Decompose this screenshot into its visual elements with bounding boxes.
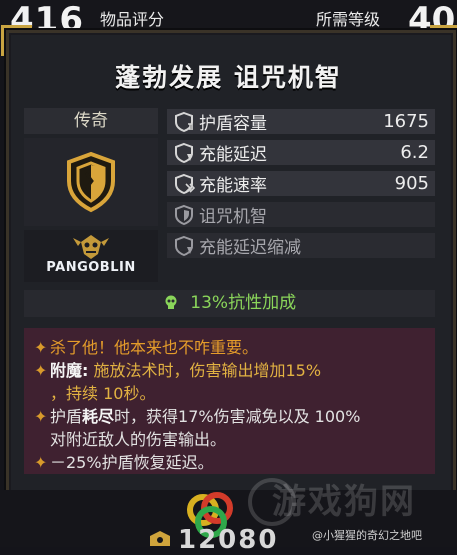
enchantment-duration: ，持续 10秒。 [50,384,156,403]
required-level-label: 所需等级 [316,10,381,29]
stat-row-recharge-rate: 充能速率 905 [167,171,435,196]
shield-stat-icon [175,142,193,163]
shield-stat-icon [175,235,193,256]
shield-stat-icon [175,204,193,225]
skull-icon [165,295,177,309]
rarity-label: 传奇 [24,108,158,134]
stat-row-shield-capacity: 护盾容量 1675 [167,109,435,134]
credit-text: @小猩猩的奇幻之地吧 [312,529,422,542]
shield-icon [67,151,115,213]
stat-label: 充能延迟缩减 [199,238,301,258]
enchantment-text: 施放法术时，伤害输出增加15% [93,361,322,380]
brand-panel: PANGOBLIN [24,230,158,282]
description-line: ✦ 附魔: 施放法术时，伤害输出增加15% [24,359,435,382]
bonus-text: 13%抗性加成 [190,293,297,313]
description-line: 对附近敌人的伤害输出。 [24,428,435,451]
stat-row-recharge-delay: 充能延迟 6.2 [167,140,435,165]
stat-value: 905 [394,173,429,194]
stat-label: 充能延迟 [199,145,267,165]
stat-label: 充能速率 [199,176,267,196]
stat-row-recharge-delay-reduction: 充能延迟缩减 [167,233,435,258]
stat-label: 诅咒机智 [199,207,267,227]
brand-name: PANGOBLIN [46,260,136,275]
bullet-icon: ✦ [34,407,48,426]
enchantment-keyword: 附魔: [50,361,89,380]
effect-text: 对附近敌人的伤害输出。 [50,430,227,449]
item-value: 12080 [178,525,279,555]
stat-label: 护盾容量 [199,114,267,134]
item-icon-panel [24,138,158,226]
bullet-icon: ✦ [34,361,48,380]
shield-stat-icon [175,173,195,194]
description-line: ✦ －25%护盾恢复延迟。 [24,451,435,474]
description-line: ✦ 杀了他！他本来也不咋重要。 [24,336,435,359]
item-name: 蓬勃发展 诅咒机智 [115,63,342,92]
description-line: ✦ 护盾耗尽时，获得17%伤害减免以及 100% [24,405,435,428]
flavor-text: 杀了他！他本来也不咋重要。 [50,338,259,357]
stat-value: 1675 [383,111,429,132]
resistance-bonus-bar: 13%抗性加成 [24,290,435,317]
stat-value: 6.2 [400,142,429,163]
bullet-icon: ✦ [34,338,48,357]
shield-stat-icon [175,111,193,132]
depleted-keyword: 耗尽 [82,407,115,426]
description-panel: ✦ 杀了他！他本来也不咋重要。 ✦ 附魔: 施放法术时，伤害输出增加15% ，持… [24,328,435,474]
effect-text: 护盾 [50,407,83,426]
watermark: 游戏狗网 [272,482,416,522]
effect-text: －25%护盾恢复延迟。 [50,453,214,472]
item-score-label: 物品评分 [100,10,165,29]
bullet-icon: ✦ [34,453,48,472]
description-line: ，持续 10秒。 [24,382,435,405]
pangoblin-logo [73,235,109,259]
effect-text: 时，获得17%伤害减免以及 100% [114,407,361,426]
currency-icon [150,531,170,546]
stat-row-cursed-wit: 诅咒机智 [167,202,435,227]
